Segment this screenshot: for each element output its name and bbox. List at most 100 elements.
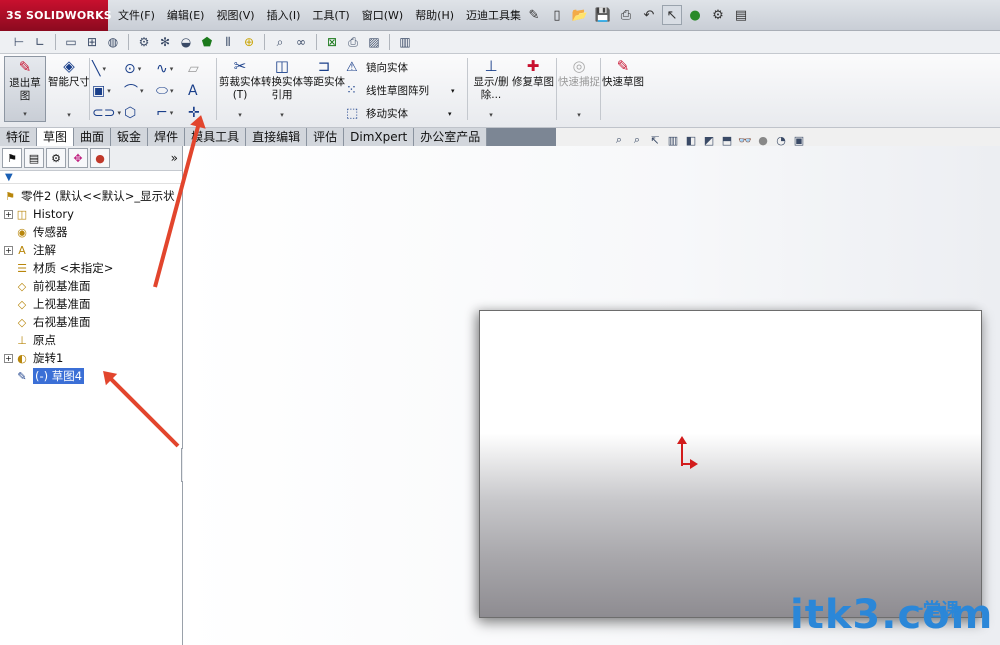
save-icon[interactable]: 💾 (593, 5, 613, 25)
repair-sketch-button[interactable]: ✚ 修复草图 (512, 56, 554, 122)
display-delete-relations-button[interactable]: ⊥ 显示/删除... ▾ (470, 56, 512, 122)
scene-icon[interactable]: ◔ (774, 133, 788, 147)
bowl-icon[interactable]: ◒ (177, 33, 195, 51)
section-view-icon[interactable]: ▥ (666, 133, 680, 147)
select-pointer-icon[interactable]: ↖ (662, 5, 682, 25)
filter-icon[interactable]: ▼ (0, 171, 182, 184)
quick-snaps-button[interactable]: ◎ 快速捕捉 ▾ (558, 56, 600, 122)
dimension-icon[interactable]: ⊢ (10, 33, 28, 51)
hide-show-icon[interactable]: 👓 (738, 133, 752, 147)
expand-toggle-icon[interactable]: + (4, 353, 13, 363)
angle-icon[interactable]: ∟ (31, 33, 49, 51)
customize-icon[interactable]: ▤ (731, 5, 751, 25)
tree-part-root[interactable]: ⚑ 零件2 (默认<<默认>_显示状 (0, 187, 182, 205)
tab-features[interactable]: 特征 (0, 128, 38, 146)
tree-item[interactable]: ◇ 上视基准面 (0, 295, 182, 313)
menu-tools[interactable]: 工具(T) (306, 0, 355, 31)
print-icon[interactable]: ⎙ (616, 5, 636, 25)
circle-icon[interactable]: ⊙ ▾ (124, 58, 156, 80)
gear-icon[interactable]: ✻ (156, 33, 174, 51)
polygon-icon[interactable]: ⬡ (124, 102, 156, 124)
arc-icon[interactable]: ⌒ ▾ (124, 80, 156, 102)
slot-icon[interactable]: ⊂⊃ ▾ (92, 102, 124, 124)
tree-item[interactable]: ◇ 右视基准面 (0, 313, 182, 331)
menu-help[interactable]: 帮助(H) (409, 0, 460, 31)
coin-icon[interactable]: ⊕ (240, 33, 258, 51)
open-folder-icon[interactable]: 📂 (570, 5, 590, 25)
previous-view-icon[interactable]: ↸ (648, 133, 662, 147)
appearance-icon[interactable]: ● (756, 133, 770, 147)
exit-sketch-button[interactable]: ✎ 退出草图 ▾ (4, 56, 46, 122)
tree-item-label: 注解 (33, 243, 56, 257)
property-manager-tab-icon[interactable]: ▤ (24, 148, 44, 168)
menu-view[interactable]: 视图(V) (210, 0, 260, 31)
trim-entities-button[interactable]: ✂ 剪裁实体(T) ▾ (219, 56, 261, 122)
tab-office-products[interactable]: 办公室产品 (414, 128, 488, 146)
tree-item[interactable]: ☰ 材质 <未指定> (0, 259, 182, 277)
ellipse-icon[interactable]: ⬭ ▾ (156, 80, 188, 102)
view-orientation-icon[interactable]: ◩ (702, 133, 716, 147)
tab-direct-editing[interactable]: 直接编辑 (246, 128, 308, 146)
watermark: itk3.com (790, 592, 994, 638)
traffic-light-icon[interactable]: ● (685, 5, 705, 25)
tree-item[interactable]: + ◐ 旋转1 (0, 349, 182, 367)
tab-dimxpert[interactable]: DimXpert (344, 128, 415, 146)
tree-item[interactable]: ✎ (-) 草图4 (0, 367, 182, 385)
menu-edit[interactable]: 编辑(E) (161, 0, 211, 31)
tree-item[interactable]: ⊥ 原点 (0, 331, 182, 349)
menu-window[interactable]: 窗口(W) (356, 0, 409, 31)
convert-entities-button[interactable]: ◫ 转换实体引用 ▾ (261, 56, 303, 122)
search-icon[interactable]: ⌕ (271, 33, 289, 51)
tree-item[interactable]: + ◫ History (0, 205, 182, 223)
menu-insert[interactable]: 插入(I) (261, 0, 307, 31)
tree-item[interactable]: + A 注解 (0, 241, 182, 259)
expand-panel-icon[interactable]: » (171, 151, 178, 165)
configuration-manager-tab-icon[interactable]: ⚙ (46, 148, 66, 168)
offset-entities-button[interactable]: ⊐ 等距实体 (303, 56, 345, 122)
display-manager-tab-icon[interactable]: ● (90, 148, 110, 168)
zoom-area-icon[interactable]: ⌕ (630, 133, 644, 147)
tab-sheet-metal[interactable]: 钣金 (111, 128, 149, 146)
pin-marker-icon[interactable]: ⬟ (198, 33, 216, 51)
feature-manager-tab-icon[interactable]: ⚑ (2, 148, 22, 168)
image-icon[interactable]: ▨ (365, 33, 383, 51)
fillet-icon[interactable]: ⌐ ▾ (156, 102, 188, 124)
tab-weldments[interactable]: 焊件 (148, 128, 186, 146)
settings-icon[interactable]: ⚙ (135, 33, 153, 51)
tab-surfaces[interactable]: 曲面 (74, 128, 112, 146)
rectangle-icon[interactable]: ▣ ▾ (92, 80, 124, 102)
expand-toggle-icon[interactable]: + (4, 209, 13, 219)
tab-sketch[interactable]: 草图 (37, 128, 75, 146)
spring-icon[interactable]: ⦀ (219, 33, 237, 51)
menu-maidi-tools[interactable]: 迈迪工具集 (460, 0, 527, 31)
mirror-entities-button[interactable]: ⚠ 镜向实体 (346, 60, 408, 75)
binoculars-icon[interactable]: ∞ (292, 33, 310, 51)
new-file-icon[interactable]: ▯ (547, 5, 567, 25)
sketch-plane-view[interactable] (479, 310, 982, 618)
options-icon[interactable]: ⚙ (708, 5, 728, 25)
excel-icon[interactable]: ⊠ (323, 33, 341, 51)
dimxpert-manager-tab-icon[interactable]: ✥ (68, 148, 88, 168)
command-manager: ✎ 退出草图 ▾ ◈ 智能尺寸 ▾ ╲ ▾ ⊙ ▾ ∿ ▾ ▱ ▣ ▾ ⌒ ▾ ⬭ ▾ A … (0, 54, 1000, 128)
zoom-to-fit-icon[interactable]: ⌕ (612, 133, 626, 147)
view-settings-icon[interactable]: ▣ (792, 133, 806, 147)
monitor-icon[interactable]: ▭ (62, 33, 80, 51)
printer-icon[interactable]: ⎙ (344, 33, 362, 51)
spline-icon[interactable]: ∿ ▾ (156, 58, 188, 80)
move-entities-button[interactable]: ⬚ 移动实体 ▾ (346, 106, 452, 121)
line-icon[interactable]: ╲ ▾ (92, 58, 124, 80)
smart-dimension-button[interactable]: ◈ 智能尺寸 ▾ (48, 56, 90, 122)
undo-icon[interactable]: ↶ (639, 5, 659, 25)
network-icon[interactable]: ⊞ (83, 33, 101, 51)
globe-icon[interactable]: ◍ (104, 33, 122, 51)
report-icon[interactable]: ▥ (396, 33, 414, 51)
menu-file[interactable]: 文件(F) (112, 0, 161, 31)
expand-toggle-icon[interactable]: + (4, 245, 13, 255)
display-style-icon[interactable]: ⬒ (720, 133, 734, 147)
tab-evaluate[interactable]: 评估 (307, 128, 345, 146)
rapid-sketch-button[interactable]: ✎ 快速草图 (602, 56, 644, 122)
linear-pattern-button[interactable]: ⁙ 线性草图阵列 ▾ (346, 83, 455, 98)
tree-item[interactable]: ◉ 传感器 (0, 223, 182, 241)
pin-icon[interactable]: ✎ (524, 5, 544, 25)
dynamic-annotation-icon[interactable]: ◧ (684, 133, 698, 147)
